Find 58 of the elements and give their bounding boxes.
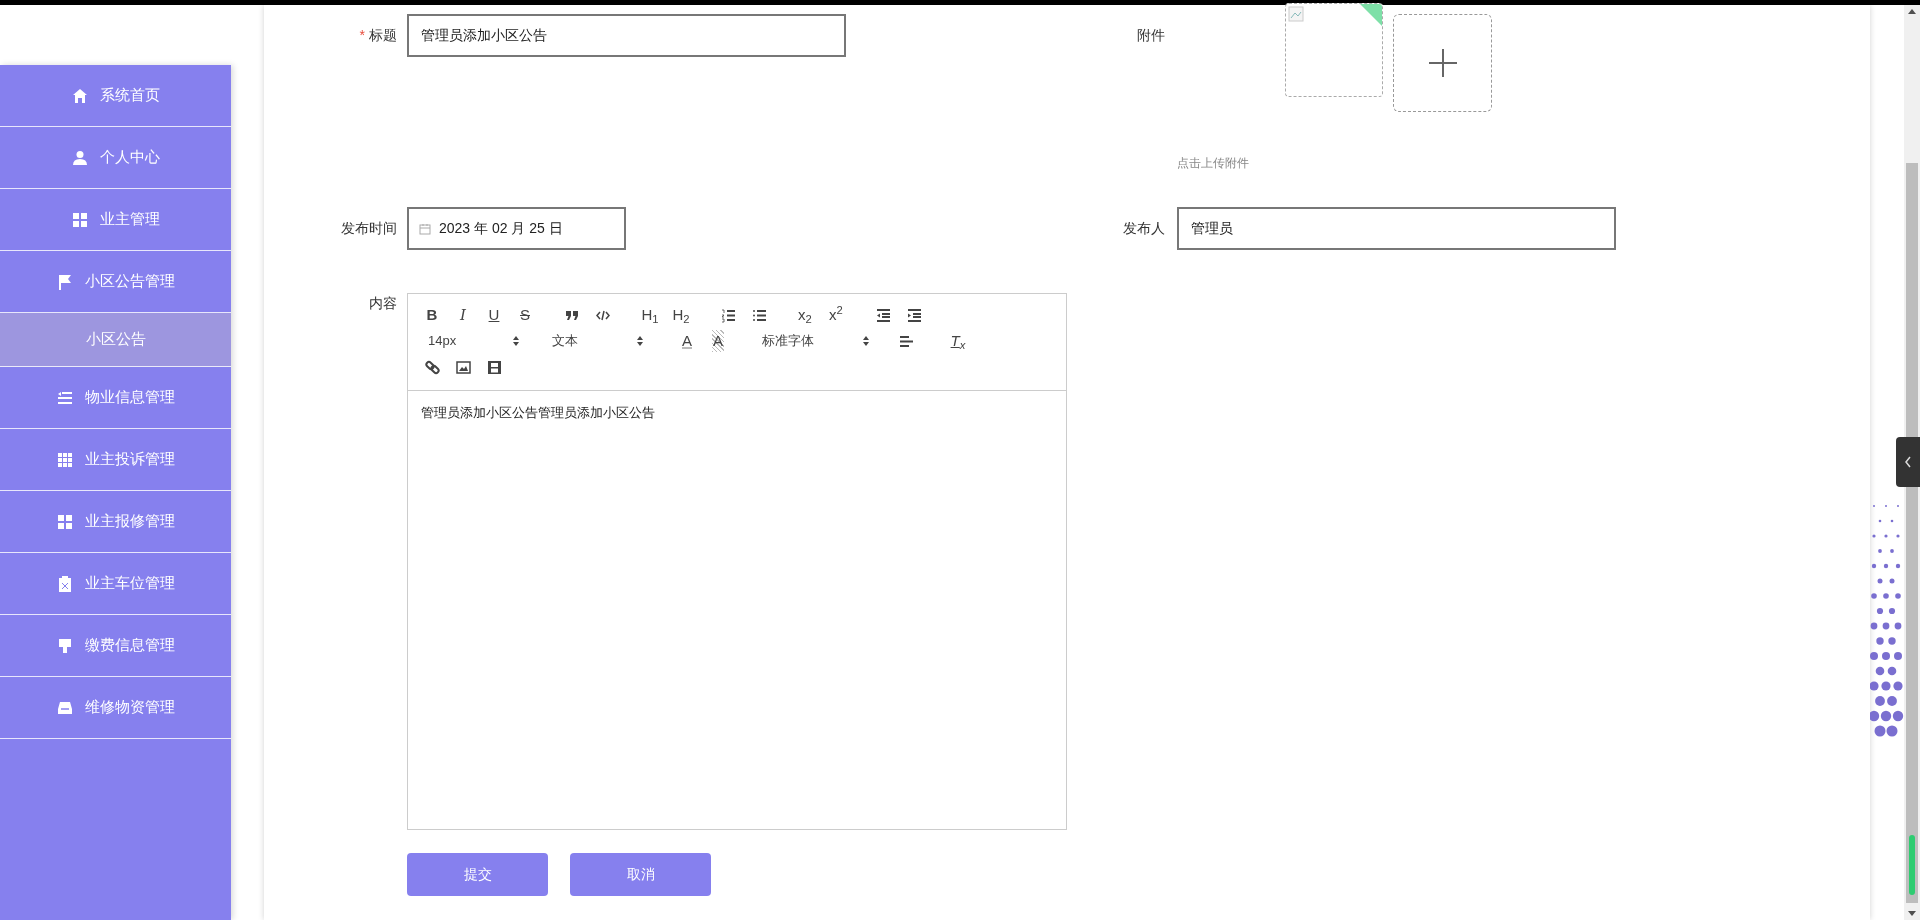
heading-button[interactable]: H$_{2}$ xyxy=(667,303,695,327)
subscript-button[interactable]: x$_{2}$ xyxy=(791,303,819,327)
publisher-input[interactable]: 管理员 xyxy=(1177,207,1616,250)
user-icon xyxy=(71,149,88,166)
corner-tag-icon xyxy=(1360,4,1382,26)
collapse-tab[interactable] xyxy=(1896,437,1920,487)
grid-icon xyxy=(71,211,88,228)
scroll-up-icon[interactable] xyxy=(1907,7,1917,15)
italic-button[interactable]: I xyxy=(449,303,477,327)
date-input[interactable]: 2023 年 02 月 25 日 xyxy=(407,207,626,250)
bullet-list-icon xyxy=(751,307,767,323)
link-icon xyxy=(424,359,440,375)
text-color-button[interactable]: A xyxy=(673,329,701,353)
field-label: 发布人 xyxy=(1122,219,1165,238)
grid-icon xyxy=(56,513,73,530)
title-input[interactable]: 管理员添加小区公告 xyxy=(407,14,846,57)
brush-icon xyxy=(56,637,73,654)
image-icon xyxy=(455,359,471,375)
clear-format-button[interactable]: T$_{x}$ xyxy=(944,329,972,353)
date-value: 2023 年 02 月 25 日 xyxy=(439,219,563,238)
calendar-icon xyxy=(419,222,431,235)
scrollbar-thumb[interactable] xyxy=(1906,163,1918,903)
outdent-icon xyxy=(875,307,891,323)
grid-icon xyxy=(56,451,73,468)
ordered-list-icon xyxy=(720,307,736,323)
dropdown-select[interactable]: 文本 xyxy=(542,329,650,353)
underline-button[interactable]: U xyxy=(480,303,508,327)
content-text: 管理员添加小区公告管理员添加小区公告 xyxy=(421,404,656,422)
bold-button[interactable]: B xyxy=(418,303,446,327)
sort-arrows-icon xyxy=(512,335,520,347)
field-label: 内容 xyxy=(369,294,397,313)
flag-icon xyxy=(56,273,73,290)
required-mark: * xyxy=(359,26,365,45)
heading-button[interactable]: H$_{1}$ xyxy=(636,303,664,327)
superscript-button[interactable]: x$^{2}$ xyxy=(822,303,850,327)
sort-arrows-icon xyxy=(636,335,644,347)
broken-image-icon xyxy=(1288,6,1304,22)
editor-content[interactable]: 管理员添加小区公告管理员添加小区公告 xyxy=(407,391,1067,830)
indent-icon xyxy=(906,307,922,323)
scroll-down-icon[interactable] xyxy=(1907,910,1917,918)
upload-button[interactable] xyxy=(1393,14,1492,112)
home-icon xyxy=(71,87,88,104)
dropdown-select[interactable]: 14px xyxy=(418,329,526,353)
list-icon xyxy=(56,389,73,406)
upload-hint: 点击上传附件 xyxy=(1177,155,1249,171)
indicator-bar xyxy=(1909,835,1915,895)
sort-arrows-icon xyxy=(862,335,870,347)
field-label: 标题 xyxy=(369,26,397,45)
clipboard-icon xyxy=(56,575,73,592)
field-label: 发布时间 xyxy=(341,219,397,238)
field-label: 附件 xyxy=(1136,26,1165,45)
film-icon xyxy=(486,359,502,375)
background-color-button[interactable]: A xyxy=(704,329,732,353)
align-left-icon xyxy=(898,333,914,349)
dropdown-select[interactable]: 标准字体 xyxy=(752,329,876,353)
plus-icon xyxy=(1427,48,1458,78)
strikethrough-button[interactable]: S xyxy=(511,303,539,327)
chevron-left-icon xyxy=(1904,456,1912,468)
